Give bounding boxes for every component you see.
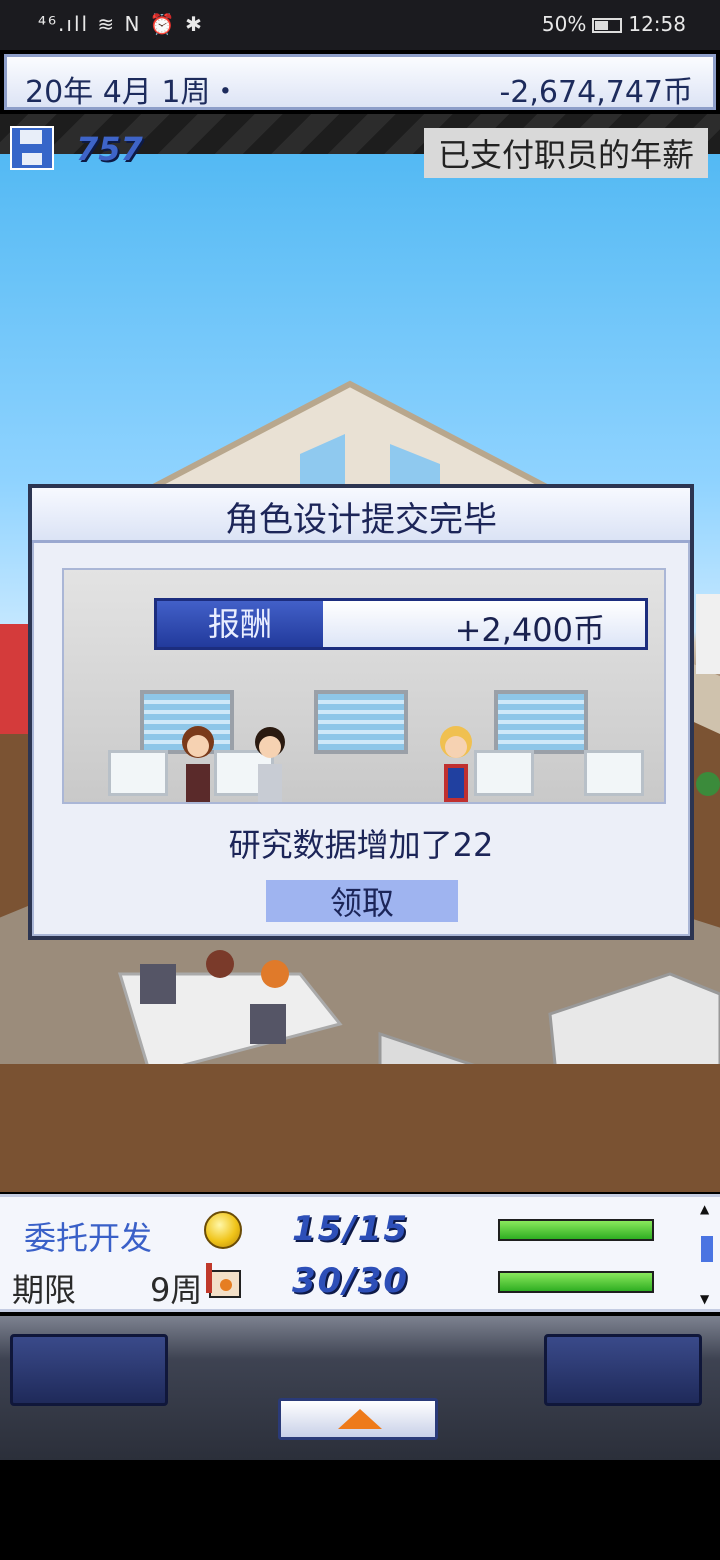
office-illustration: 报酬 +2,400币 <box>62 568 666 804</box>
contract-info-panel[interactable]: 委托开发 期限 9周 15/15 30/30 <box>0 1194 720 1312</box>
info-scrollbar[interactable]: ▲ ▼ <box>700 1202 714 1306</box>
game-date: 20年 4月 1周・ <box>25 75 241 110</box>
save-disk-icon[interactable] <box>10 126 54 170</box>
character-blonde-art <box>440 726 472 802</box>
reward-panel: 报酬 +2,400币 <box>154 598 648 650</box>
up-arrow-icon <box>338 1409 382 1429</box>
character-man-art <box>255 727 285 802</box>
notice-banner: 已支付职员的年薪 <box>423 128 708 178</box>
money-display: -2,674,747币 <box>499 75 693 110</box>
coin-icon <box>204 1211 242 1249</box>
research-message: 研究数据增加了22 <box>228 826 494 864</box>
deadline-value: 9周 <box>150 1271 203 1309</box>
computer-art <box>474 750 534 796</box>
reward-value: +2,400币 <box>454 611 605 649</box>
quality-progress-bar <box>498 1219 654 1241</box>
expand-menu-button[interactable] <box>278 1398 438 1440</box>
window-art <box>494 690 588 754</box>
claim-button[interactable]: 领取 <box>266 880 458 922</box>
scroll-up-icon[interactable]: ▲ <box>700 1202 709 1216</box>
computer-art <box>584 750 644 796</box>
game-top-bar: 20年 4月 1周・ -2,674,747币 <box>4 54 716 110</box>
control-panel <box>0 1316 720 1460</box>
dialog-title: 角色设计提交完毕 <box>32 488 690 543</box>
deadline-label: 期限 <box>12 1271 77 1309</box>
art-progress-bar <box>498 1271 654 1293</box>
system-status-bar: ⁴⁶.ıll ≋ N ⏰ ✱ 50% 12:58 <box>0 0 720 50</box>
scroll-down-icon[interactable]: ▼ <box>700 1292 709 1306</box>
right-menu-button[interactable] <box>544 1334 702 1406</box>
scroll-thumb[interactable] <box>701 1236 713 1262</box>
quality-progress-text: 15/15 <box>292 1209 410 1249</box>
system-nav-area <box>0 1460 720 1560</box>
status-right: 50% 12:58 <box>542 12 686 36</box>
battery-percent: 50% <box>541 12 587 36</box>
completion-dialog: 角色设计提交完毕 报酬 +2,400币 研究数据增加了22 领取 <box>28 484 694 940</box>
job-type-label: 委托开发 <box>24 1219 153 1257</box>
status-icons: ⁴⁶.ıll ≋ N ⏰ ✱ <box>38 12 204 36</box>
research-data-count: 757 <box>76 130 143 168</box>
art-palette-icon <box>206 1263 241 1298</box>
left-menu-button[interactable] <box>10 1334 168 1406</box>
reward-label: 报酬 <box>157 601 323 647</box>
window-art <box>314 690 408 754</box>
art-progress-text: 30/30 <box>292 1261 410 1301</box>
computer-art <box>108 750 168 796</box>
clock: 12:58 <box>628 12 686 36</box>
battery-icon <box>592 18 623 33</box>
character-woman-art <box>182 726 214 802</box>
